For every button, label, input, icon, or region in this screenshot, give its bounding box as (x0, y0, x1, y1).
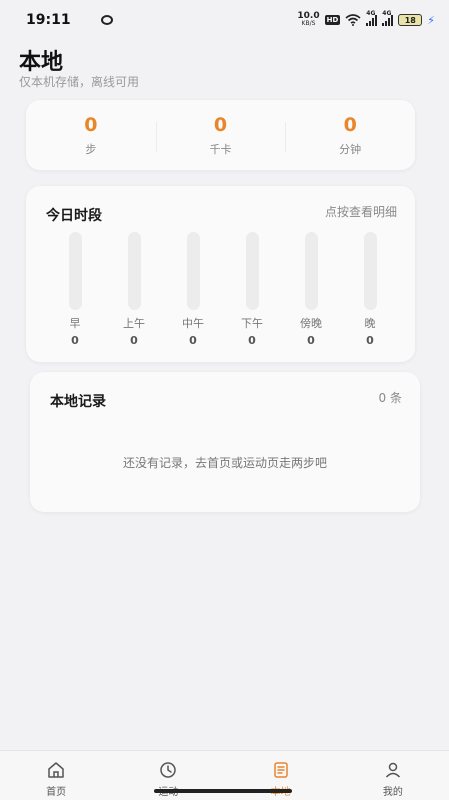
stat-value: 0 (84, 114, 98, 136)
net-speed-value: 10.0 (297, 11, 320, 21)
period-bar-morning[interactable]: 早 0 (55, 232, 95, 347)
period-bar-evening[interactable]: 晚 0 (350, 232, 390, 347)
bar-track (245, 232, 259, 310)
stat-minutes: 0 分钟 (285, 100, 415, 170)
clock-icon (160, 762, 177, 778)
notification-icon (100, 15, 113, 25)
signal-1-label: 4G (366, 9, 376, 17)
page-subtitle: 仅本机存储，离线可用 (19, 75, 140, 89)
bar-label: 晚 (364, 317, 376, 330)
home-indicator[interactable] (154, 789, 292, 793)
bar-label: 中午 (182, 317, 204, 330)
home-icon (48, 762, 64, 778)
bar-track (186, 232, 200, 310)
charging-icon: ⚡ (427, 13, 435, 27)
bar-track (304, 232, 318, 310)
period-bars: 早 0 上午 0 中午 0 下午 0 傍晚 0 晚 0 (26, 232, 415, 350)
nav-item-home[interactable]: 首页 (0, 751, 112, 800)
status-indicators: 10.0 KB/S HD 4G 4G 18 ⚡ (297, 10, 435, 28)
bar-track (127, 232, 141, 310)
nav-label: 我的 (382, 787, 403, 798)
hd-badge: HD (324, 15, 341, 25)
stat-label: 千卡 (209, 143, 232, 156)
page-title: 本地 (19, 50, 64, 75)
signal-icon-2: 4G (382, 10, 394, 26)
bar-value: 0 (248, 334, 256, 347)
records-count: 0 条 (378, 391, 402, 405)
net-speed-unit: KB/S (301, 20, 316, 27)
stat-calories: 0 千卡 (155, 100, 286, 170)
nav-item-me[interactable]: 我的 (337, 751, 449, 800)
stat-value: 0 (213, 114, 228, 136)
periods-hint[interactable]: 点按查看明细 (325, 203, 397, 220)
period-bar-dusk[interactable]: 傍晚 0 (291, 232, 331, 347)
records-empty-text: 还没有记录，去首页或运动页走两步吧 (122, 456, 327, 470)
wifi-icon (345, 14, 361, 26)
summary-card: 0 步 0 千卡 0 分钟 (26, 100, 415, 170)
bar-value: 0 (130, 334, 138, 347)
battery-icon: 18 (398, 14, 423, 26)
bar-label: 傍晚 (300, 317, 322, 330)
status-time: 19:11 (26, 12, 71, 28)
screen: 19:11 10.0 KB/S HD 4G 4G 18 ⚡ 本地 仅本机存储，离… (0, 0, 449, 800)
bar-label: 下午 (241, 317, 263, 330)
person-icon (385, 762, 400, 778)
nav-label: 首页 (46, 787, 67, 798)
signal-2-label: 4G (382, 9, 392, 17)
bar-track (68, 232, 82, 310)
bar-value: 0 (366, 334, 374, 347)
period-bar-forenoon[interactable]: 上午 0 (114, 232, 154, 347)
stat-value: 0 (343, 114, 357, 136)
stat-steps: 0 步 (26, 100, 156, 170)
net-speed: 10.0 KB/S (297, 12, 319, 28)
bar-label: 上午 (123, 317, 145, 330)
periods-title: 今日时段 (46, 208, 102, 224)
bar-track (363, 232, 377, 310)
bar-label: 早 (69, 317, 81, 330)
stat-label: 步 (85, 143, 97, 156)
period-bar-afternoon[interactable]: 下午 0 (232, 232, 272, 347)
stat-label: 分钟 (339, 143, 362, 156)
records-title: 本地记录 (50, 394, 106, 410)
records-card: 本地记录 0 条 还没有记录，去首页或运动页走两步吧 (30, 372, 420, 512)
periods-card[interactable]: 今日时段 点按查看明细 早 0 上午 0 中午 0 下午 0 傍晚 0 晚 0 (26, 186, 415, 362)
period-bar-noon[interactable]: 中午 0 (173, 232, 213, 347)
bar-value: 0 (307, 334, 315, 347)
battery-level: 18 (404, 15, 416, 25)
signal-icon-1: 4G (366, 10, 378, 26)
bar-value: 0 (71, 334, 79, 347)
document-icon (273, 762, 288, 778)
bar-value: 0 (189, 334, 197, 347)
status-bar: 19:11 10.0 KB/S HD 4G 4G 18 ⚡ (0, 0, 449, 40)
